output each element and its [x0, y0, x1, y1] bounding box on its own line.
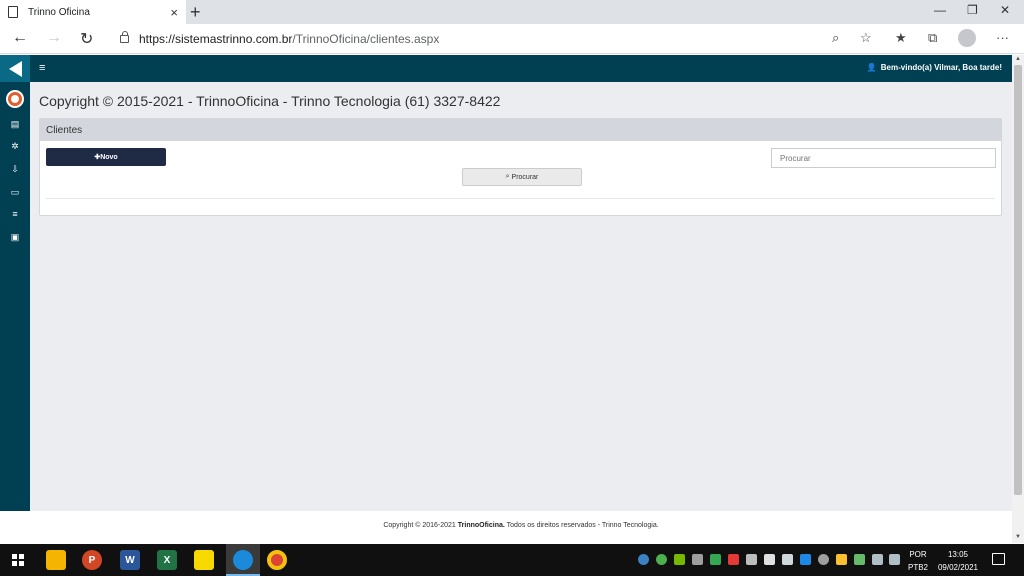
footer-brand: TrinnoOficina. — [457, 522, 505, 529]
chrome-icon[interactable] — [267, 550, 287, 570]
more-icon[interactable]: ··· — [996, 30, 1009, 45]
scroll-down-icon[interactable]: ▼ — [1015, 534, 1021, 540]
keyboard-layout[interactable]: PTB2 — [906, 563, 930, 572]
back-icon[interactable]: ← — [12, 29, 28, 47]
new-client-label: Novo — [100, 153, 118, 161]
clock-date[interactable]: 09/02/2021 — [934, 563, 982, 572]
profile-avatar[interactable] — [958, 29, 976, 47]
url-path: /TrinnoOficina/clientes.aspx — [292, 32, 440, 46]
app-logo[interactable] — [0, 55, 30, 82]
tray-app-icon[interactable] — [638, 554, 649, 565]
tray-window-icon[interactable] — [782, 554, 793, 565]
refresh-icon[interactable]: ↻ — [80, 29, 93, 49]
report-icon[interactable]: ▣ — [9, 232, 21, 242]
google-drive-icon[interactable] — [710, 554, 721, 565]
file-explorer-icon[interactable] — [46, 550, 66, 570]
database-icon[interactable]: ▤ — [9, 119, 21, 129]
browser-navbar: ← → ↻ https://sistemastrinno.com.br/Trin… — [0, 24, 1024, 54]
scroll-up-icon[interactable]: ▲ — [1015, 56, 1021, 62]
language-indicator[interactable]: POR — [906, 550, 930, 559]
browser-tab[interactable]: Trinno Oficina × — [0, 0, 186, 24]
menu-toggle-icon[interactable]: ≡ — [39, 62, 45, 74]
tab-close-icon[interactable]: × — [170, 5, 178, 20]
lock-icon — [120, 31, 129, 43]
print-icon[interactable]: ▭ — [9, 187, 21, 197]
powerpoint-icon[interactable]: P — [82, 550, 102, 570]
new-tab-button[interactable]: + — [190, 2, 201, 23]
onedrive-icon[interactable] — [764, 554, 775, 565]
tray-yellow-icon[interactable] — [836, 554, 847, 565]
app-topbar: ≡ 👤 Bem-vindo(a) Vilmar, Boa tarde! — [30, 55, 1012, 82]
new-client-button[interactable]: ✚ Novo — [46, 148, 166, 166]
windows-taskbar: P W X POR PTB2 13:05 09/02/2021 — [0, 544, 1024, 576]
tray-device-icon[interactable] — [692, 554, 703, 565]
tray-blue-icon[interactable] — [800, 554, 811, 565]
skype-icon[interactable] — [818, 554, 829, 565]
app-footer: Copyright © 2016-2021 TrinnoOficina. Tod… — [30, 511, 1012, 543]
minimize-icon[interactable]: — — [934, 3, 946, 17]
page-scrollbar[interactable]: ▲ ▼ — [1012, 55, 1024, 543]
word-icon[interactable]: W — [120, 550, 140, 570]
edge-icon[interactable] — [233, 550, 253, 570]
user-avatar[interactable] — [6, 90, 24, 108]
search-input[interactable] — [771, 148, 996, 168]
panel-title: Clientes — [40, 119, 1001, 141]
clients-panel: Clientes ✚ Novo ⌕ Procurar — [39, 118, 1002, 216]
excel-icon[interactable]: X — [157, 550, 177, 570]
list-icon[interactable]: ≡ — [9, 209, 21, 219]
scroll-thumb[interactable] — [1014, 65, 1022, 495]
favorite-add-icon[interactable]: ☆ — [860, 30, 872, 46]
notifications-icon[interactable] — [992, 553, 1005, 565]
download-icon[interactable]: ⇩ — [9, 164, 21, 174]
windows-start-icon[interactable] — [12, 554, 24, 566]
forward-icon[interactable]: → — [46, 29, 62, 47]
tray-settings-icon[interactable] — [746, 554, 757, 565]
collections-icon[interactable]: ⧉ — [928, 30, 937, 46]
cogs-icon[interactable]: ✲ — [9, 141, 21, 151]
restore-icon[interactable]: ❐ — [967, 3, 978, 17]
main-content: Copyright © 2015-2021 - TrinnoOficina - … — [30, 82, 1012, 511]
close-window-icon[interactable]: ✕ — [1000, 3, 1010, 17]
footer-prefix: Copyright © 2016-2021 — [383, 522, 458, 529]
welcome-message[interactable]: 👤 Bem-vindo(a) Vilmar, Boa tarde! — [867, 63, 1002, 72]
welcome-text: Bem-vindo(a) Vilmar, Boa tarde! — [880, 63, 1002, 72]
url-host: https://sistemastrinno.com.br — [139, 32, 293, 46]
tray-globe-icon[interactable] — [656, 554, 667, 565]
favorites-icon[interactable]: ★ — [895, 30, 907, 46]
search-button-label: Procurar — [511, 173, 539, 181]
search-icon: ⌕ — [505, 173, 510, 180]
nvidia-icon[interactable] — [674, 554, 685, 565]
user-icon: 👤 — [866, 63, 877, 72]
tab-title: Trinno Oficina — [28, 6, 90, 18]
logo-icon — [8, 60, 22, 77]
security-icon[interactable] — [854, 554, 865, 565]
page-title: Copyright © 2015-2021 - TrinnoOficina - … — [39, 93, 501, 109]
search-button[interactable]: ⌕ Procurar — [462, 168, 582, 186]
footer-suffix: Todos os direitos reservados - Trinno Te… — [504, 522, 659, 529]
address-bar[interactable]: https://sistemastrinno.com.br/TrinnoOfic… — [108, 27, 878, 51]
tray-red-icon[interactable] — [728, 554, 739, 565]
network-icon[interactable] — [872, 554, 883, 565]
sticky-notes-icon[interactable] — [194, 550, 214, 570]
browser-tabbar: Trinno Oficina × + — ❐ ✕ — [0, 0, 1024, 24]
volume-icon[interactable] — [889, 554, 900, 565]
clock-time[interactable]: 13:05 — [934, 550, 982, 559]
app-sidebar: ▤ ✲ ⇩ ▭ ≡ ▣ — [0, 55, 30, 511]
page-icon — [8, 6, 18, 18]
divider — [46, 198, 995, 199]
zoom-icon[interactable]: ⌕ — [832, 30, 839, 46]
